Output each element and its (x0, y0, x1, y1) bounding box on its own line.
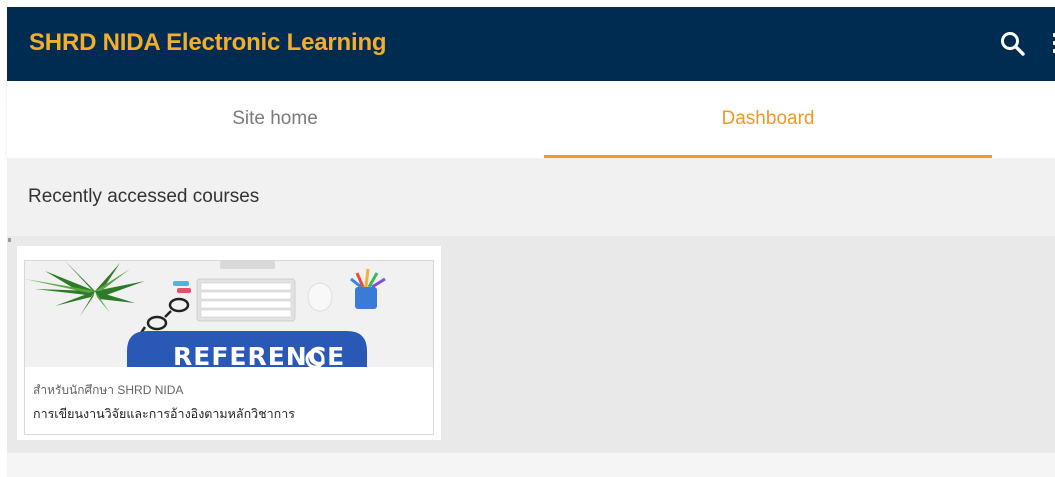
section-header: Recently accessed courses (7, 158, 1055, 236)
tab-site-home[interactable]: Site home (7, 81, 543, 158)
course-name[interactable]: การเขียนงานวิจัยและการอ้างอิงตามหลักวิชา… (33, 404, 295, 424)
course-card-link[interactable]: REFERENCE สำหรับนักศึกษา SHRD NIDA การเข… (24, 260, 434, 435)
top-navbar: SHRD NIDA Electronic Learning (7, 7, 1055, 81)
resize-handle (8, 238, 11, 242)
tab-dashboard[interactable]: Dashboard (544, 81, 992, 158)
course-category: สำหรับนักศึกษา SHRD NIDA (33, 383, 184, 397)
kebab-menu-icon[interactable] (1050, 33, 1055, 57)
course-image-text: REFERENCE (173, 342, 345, 367)
page-bottom (7, 453, 1055, 477)
site-name-link[interactable]: SHRD NIDA Electronic Learning (29, 29, 387, 57)
search-icon[interactable] (999, 30, 1027, 58)
section-title: Recently accessed courses (28, 186, 260, 207)
course-image: REFERENCE (25, 261, 433, 367)
tab-bar: Site home Dashboard (7, 81, 1055, 158)
tab-dashboard-label: Dashboard (721, 108, 815, 129)
course-card: REFERENCE สำหรับนักศึกษา SHRD NIDA การเข… (17, 246, 441, 440)
